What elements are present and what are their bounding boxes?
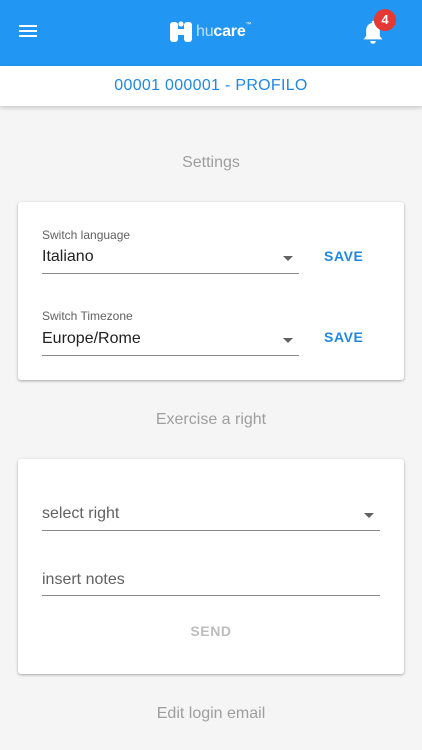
switch-language-label: Switch language <box>42 228 131 242</box>
hucare-logo-mark-icon <box>170 21 192 42</box>
profile-subheader: 00001 000001 - PROFILO <box>0 66 422 106</box>
logo-trademark: ™ <box>245 22 252 28</box>
logo-text-hu: hu <box>196 23 214 40</box>
menu-line <box>19 30 37 32</box>
timezone-select-value: Europe/Rome <box>42 330 141 347</box>
select-right-placeholder: select right <box>42 505 120 522</box>
app-bar: hu care ™ 4 <box>0 0 422 66</box>
exercise-right-card: select right SEND <box>18 459 404 674</box>
switch-timezone-label: Switch Timezone <box>42 309 133 323</box>
hamburger-menu-icon[interactable] <box>18 22 40 44</box>
menu-line <box>19 35 37 37</box>
timezone-select[interactable]: Europe/Rome <box>42 324 299 356</box>
insert-notes-input[interactable] <box>42 564 380 596</box>
language-select[interactable]: Italiano <box>42 242 299 274</box>
logo-text-care: care <box>213 23 246 40</box>
edit-login-email-section-title: Edit login email <box>156 705 266 722</box>
hucare-logo: hu care ™ <box>167 16 252 48</box>
dropdown-caret-icon <box>283 256 293 261</box>
exercise-right-section-title: Exercise a right <box>155 411 267 428</box>
select-right-dropdown[interactable]: select right <box>42 499 380 531</box>
notification-count-badge[interactable]: 4 <box>374 9 396 31</box>
save-language-button[interactable]: SAVE <box>324 248 364 264</box>
save-timezone-button[interactable]: SAVE <box>324 329 364 345</box>
language-select-value: Italiano <box>42 248 94 265</box>
settings-card: Switch language Italiano SAVE Switch Tim… <box>18 202 404 380</box>
send-button[interactable]: SEND <box>18 623 404 639</box>
settings-section-title: Settings <box>182 154 240 171</box>
dropdown-caret-icon <box>283 338 293 343</box>
menu-line <box>19 25 37 27</box>
dropdown-caret-icon <box>364 513 374 518</box>
